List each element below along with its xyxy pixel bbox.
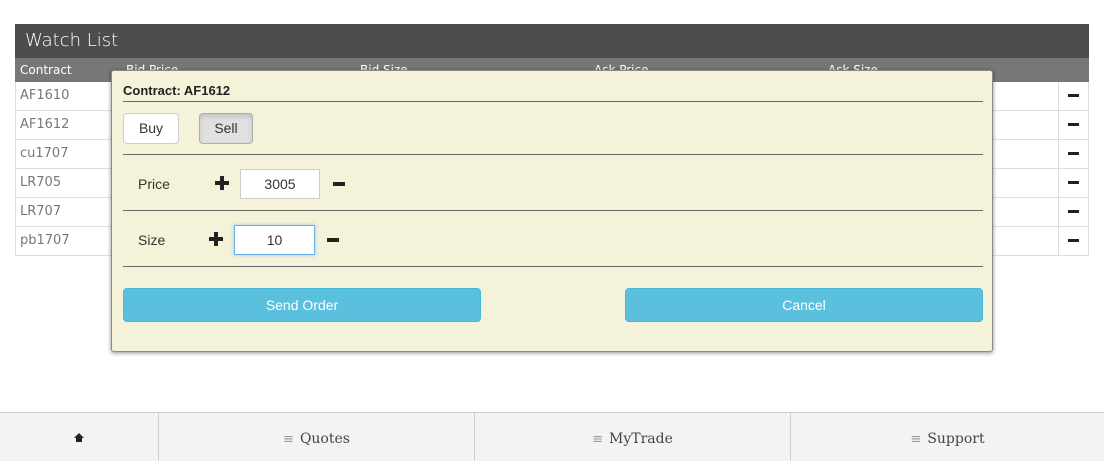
price-input[interactable] <box>240 169 320 199</box>
contract-cell[interactable]: cu1707 <box>20 140 68 168</box>
remove-row-button[interactable] <box>1058 111 1088 139</box>
contract-cell[interactable]: LR705 <box>20 169 61 197</box>
contract-cell[interactable]: AF1610 <box>20 82 69 110</box>
nav-quotes[interactable]: ≡ Quotes <box>158 413 474 461</box>
remove-row-button[interactable] <box>1058 227 1088 255</box>
size-input[interactable] <box>234 225 315 255</box>
divider <box>123 101 983 102</box>
minus-icon <box>1068 210 1079 213</box>
remove-row-button[interactable] <box>1058 169 1088 197</box>
contract-cell[interactable]: AF1612 <box>20 111 69 139</box>
nav-home[interactable] <box>0 413 158 461</box>
buy-button[interactable]: Buy <box>123 113 179 144</box>
nav-mytrade[interactable]: ≡ MyTrade <box>474 413 790 461</box>
remove-row-button[interactable] <box>1058 198 1088 226</box>
size-increment-plus-icon[interactable] <box>209 232 223 246</box>
remove-row-button[interactable] <box>1058 140 1088 168</box>
minus-icon <box>1068 181 1079 184</box>
divider <box>123 266 983 267</box>
minus-icon <box>1068 239 1079 242</box>
bottom-nav: ≡ Quotes ≡ MyTrade ≡ Support <box>0 412 1104 461</box>
hamburger-icon: ≡ <box>910 432 922 447</box>
minus-icon <box>1068 123 1079 126</box>
nav-quotes-label: Quotes <box>299 431 350 447</box>
price-decrement-minus-icon[interactable] <box>333 182 345 186</box>
price-increment-plus-icon[interactable] <box>215 176 229 190</box>
nav-support[interactable]: ≡ Support <box>790 413 1104 461</box>
send-order-button[interactable]: Send Order <box>123 288 481 322</box>
contract-cell[interactable]: pb1707 <box>20 227 70 255</box>
remove-row-button[interactable] <box>1058 82 1088 110</box>
minus-icon <box>1068 94 1079 97</box>
order-dialog: Contract: AF1612 Buy Sell Price Size Sen… <box>111 70 993 352</box>
divider <box>123 154 983 155</box>
dialog-title: Contract: AF1612 <box>123 83 231 98</box>
price-label: Price <box>138 176 170 192</box>
sell-button[interactable]: Sell <box>199 113 253 144</box>
nav-support-label: Support <box>927 431 985 447</box>
divider <box>123 210 983 211</box>
column-header-contract[interactable]: Contract <box>20 58 72 82</box>
hamburger-icon: ≡ <box>283 432 294 447</box>
home-icon <box>74 433 84 442</box>
hamburger-icon: ≡ <box>592 432 604 447</box>
cancel-button[interactable]: Cancel <box>625 288 983 322</box>
nav-mytrade-label: MyTrade <box>609 431 673 447</box>
contract-cell[interactable]: LR707 <box>20 198 61 226</box>
size-decrement-minus-icon[interactable] <box>327 238 339 242</box>
size-label: Size <box>138 232 166 248</box>
watch-list-title: Watch List <box>15 24 1089 58</box>
minus-icon <box>1068 152 1079 155</box>
